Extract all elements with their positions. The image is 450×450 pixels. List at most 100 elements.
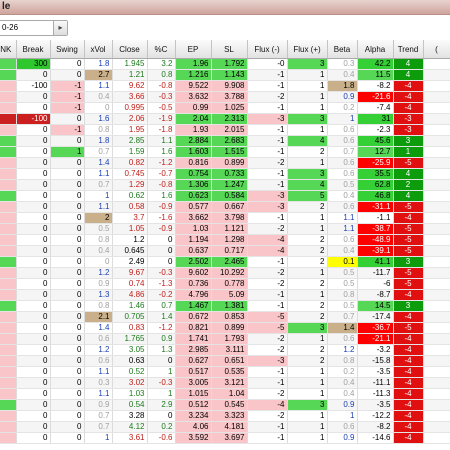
column-header-ep[interactable]: EP [175, 40, 212, 59]
table-row[interactable]: 0 0 1.4 0.82 -1.2 0.816 0.899 -2 1 0.6 -25.9 -5 [0, 157, 450, 169]
flux-plus-cell: 1 [287, 80, 328, 92]
table-row[interactable]: 0 0 0.8 1.46 0.7 1.467 1.381 -1 2 0.5 14.5 3 [0, 300, 450, 312]
rank-cell [0, 333, 17, 345]
xvol-cell: 1.1 [84, 168, 113, 180]
pct-change-cell: 3.2 [147, 58, 176, 70]
rank-cell [0, 256, 17, 268]
swing-cell: 1 [50, 146, 85, 158]
swing-cell: 0 [50, 410, 85, 422]
close-cell: 1.29 [112, 179, 148, 191]
column-header--[interactable]: ( [423, 40, 450, 59]
column-header-sl[interactable]: SL [211, 40, 248, 59]
swing-cell: 0 [50, 157, 85, 169]
flux-minus-cell: -2 [247, 278, 288, 290]
column-header-swing[interactable]: Swing [50, 40, 85, 59]
table-row[interactable]: 0 0 2.7 1.21 0.8 1.216 1.143 -1 1 0.4 11.5 4 [0, 69, 450, 81]
table-row[interactable]: 0 0 0.8 1.2 0 1.194 1.298 -4 2 0.6 -48.9 -5 [0, 234, 450, 246]
ep-cell: 3.234 [175, 410, 212, 422]
table-row[interactable]: 0 0 0.3 3.02 -0.3 3.005 3.121 -1 1 0.4 -11.1 -4 [0, 377, 450, 389]
table-row[interactable]: 0 0 0.9 0.54 2.9 0.512 0.545 -4 3 0.9 -3.5 -4 [0, 399, 450, 411]
column-header-nk[interactable]: NK [0, 40, 17, 59]
break-cell: -100 [16, 80, 51, 92]
ep-cell: 1.194 [175, 234, 212, 246]
table-row[interactable]: 0 0 1.1 0.52 1 0.517 0.535 -1 1 0.2 -3.5 -4 [0, 366, 450, 378]
table-row[interactable]: 0 0 1 0.62 1.6 0.623 0.584 -3 5 0.4 46.8 4 [0, 190, 450, 202]
trend-cell: -5 [393, 157, 424, 169]
column-header-flux-[interactable]: Flux (-) [247, 40, 288, 59]
flux-plus-cell: 2 [287, 355, 328, 367]
table-row[interactable]: 300 0 1.8 1.945 3.2 1.96 1.792 -0 3 0.3 42.2 4 [0, 58, 450, 70]
xvol-cell: 1 [84, 190, 113, 202]
next-date-button[interactable]: ▸ [53, 21, 67, 35]
column-header-close[interactable]: Close [112, 40, 148, 59]
xvol-cell: 1.1 [84, 201, 113, 213]
table-row[interactable]: 0 0 2 3.7 -1.6 3.662 3.798 -1 1 1.1 -1.1 -4 [0, 212, 450, 224]
table-row[interactable]: -100 -1 1.1 9.62 -0.8 9.522 9.908 -1 1 1.8 -8.2 -4 [0, 80, 450, 92]
swing-cell: 0 [50, 311, 85, 323]
column-header-flux-[interactable]: Flux (+) [287, 40, 328, 59]
column-header--c[interactable]: %C [147, 40, 176, 59]
ep-cell: 0.816 [175, 157, 212, 169]
column-header-alpha[interactable]: Alpha [357, 40, 394, 59]
table-row[interactable]: -100 0 1.6 2.06 -1.9 2.04 2.313 -3 3 1 31 -3 [0, 113, 450, 125]
alpha-cell: -8.2 [357, 80, 394, 92]
table-row[interactable]: 0 0 0.6 0.63 0 0.627 0.651 -3 2 0.8 -15.8 -4 [0, 355, 450, 367]
table-row[interactable]: 0 0 1 3.61 -0.6 3.592 3.697 -1 1 0.9 -14.6 -4 [0, 432, 450, 444]
table-row[interactable]: 0 0 0.9 0.74 -1.3 0.736 0.778 -2 2 0.5 -6 -5 [0, 278, 450, 290]
table-row[interactable]: 0 0 1.3 4.86 -0.2 4.796 5.09 -1 1 0.8 -8.7 -4 [0, 289, 450, 301]
column-header-xvol[interactable]: xVol [84, 40, 113, 59]
flux-plus-cell: 2 [287, 234, 328, 246]
grid-body: 300 0 1.8 1.945 3.2 1.96 1.792 -0 3 0.3 42.2 4 0 0 2.7… [0, 58, 450, 444]
extra-cell [423, 124, 450, 136]
xvol-cell: 0.7 [84, 410, 113, 422]
ep-cell: 2.985 [175, 344, 212, 356]
table-row[interactable]: 0 -1 0.8 1.95 -1.8 1.93 2.015 -1 1 0.6 -2.3 -3 [0, 124, 450, 136]
table-row[interactable]: 0 0 0.7 3.28 0 3.234 3.323 -2 1 1 -12.2 -4 [0, 410, 450, 422]
flux-plus-cell: 1 [287, 69, 328, 81]
sl-cell: 0.778 [211, 278, 248, 290]
flux-plus-cell: 4 [287, 135, 328, 147]
column-header-trend[interactable]: Trend [393, 40, 424, 59]
table-row[interactable]: 0 0 0.7 4.12 0.2 4.06 4.181 -1 1 0.6 -8.2 -4 [0, 421, 450, 433]
table-row[interactable]: 0 0 2.1 0.705 1.4 0.672 0.853 -5 2 0.7 -17.4 -4 [0, 311, 450, 323]
table-row[interactable]: 0 0 0.5 1.05 -0.9 1.03 1.121 -2 1 1.1 -38.7 -5 [0, 223, 450, 235]
column-header-break[interactable]: Break [16, 40, 51, 59]
sl-cell: 2.313 [211, 113, 248, 125]
xvol-cell: 1.4 [84, 157, 113, 169]
table-row[interactable]: 0 0 1.2 9.67 -0.3 9.602 10.292 -2 1 0.5 -11.7 -5 [0, 267, 450, 279]
rank-cell [0, 322, 17, 334]
table-row[interactable]: 0 0 1.8 2.85 1.1 2.884 2.683 -1 4 0.6 45.6 3 [0, 135, 450, 147]
trend-cell: 3 [393, 256, 424, 268]
column-header-beta[interactable]: Beta [327, 40, 358, 59]
table-row[interactable]: 0 0 1.1 1.03 1 1.015 1.04 -2 1 0.4 -11.3 -4 [0, 388, 450, 400]
swing-cell: 0 [50, 399, 85, 411]
table-row[interactable]: 0 -1 0.4 3.66 -0.3 3.632 3.788 -2 1 0.9 -21.6 -4 [0, 91, 450, 103]
beta-cell: 0.4 [327, 377, 358, 389]
table-row[interactable]: 0 0 1.1 0.745 -0.7 0.754 0.733 -1 3 0.6 35.5 4 [0, 168, 450, 180]
sl-cell: 5.09 [211, 289, 248, 301]
alpha-cell: -25.9 [357, 157, 394, 169]
trend-cell: 3 [393, 135, 424, 147]
break-cell: 0 [16, 91, 51, 103]
table-row[interactable]: 0 0 1.4 0.83 -1.2 0.821 0.899 -5 3 1.4 -36.7 -5 [0, 322, 450, 334]
table-row[interactable]: 0 1 0.7 1.59 1.6 1.603 1.515 -1 2 0.7 12.7 1 [0, 146, 450, 158]
date-picker[interactable]: 0-26 ▸ [0, 20, 68, 36]
sl-cell: 2.015 [211, 124, 248, 136]
table-row[interactable]: 0 0 1.1 0.58 -0.9 0.577 0.667 -3 2 0.6 -31.1 -5 [0, 201, 450, 213]
table-row[interactable]: 0 0 0.4 0.645 0 0.637 0.717 -4 2 0.4 -39.1 -5 [0, 245, 450, 257]
table-row[interactable]: 0 0 1.2 3.05 1.3 2.985 3.111 -2 2 1.2 -3.2 -4 [0, 344, 450, 356]
close-cell: 9.67 [112, 267, 148, 279]
beta-cell: 0.5 [327, 267, 358, 279]
table-row[interactable]: 0 -1 0 0.995 -0.5 0.99 1.025 -1 1 0.2 -7.4 -4 [0, 102, 450, 114]
table-row[interactable]: 0 0 0.6 1.765 0.9 1.741 1.793 -2 1 0.6 -21.1 -4 [0, 333, 450, 345]
ep-cell: 1.216 [175, 69, 212, 81]
beta-cell: 0.5 [327, 278, 358, 290]
sl-cell: 3.788 [211, 91, 248, 103]
pct-change-cell: 0 [147, 245, 176, 257]
beta-cell: 0.4 [327, 245, 358, 257]
table-row[interactable]: 0 0 0.7 1.29 -0.8 1.306 1.247 -1 4 0.5 62.8 2 [0, 179, 450, 191]
table-row[interactable]: 0 0 0 2.49 0 2.502 2.465 -1 2 0.1 41.1 3 [0, 256, 450, 268]
sl-cell: 0.651 [211, 355, 248, 367]
trend-cell: -4 [393, 212, 424, 224]
close-cell: 2.85 [112, 135, 148, 147]
